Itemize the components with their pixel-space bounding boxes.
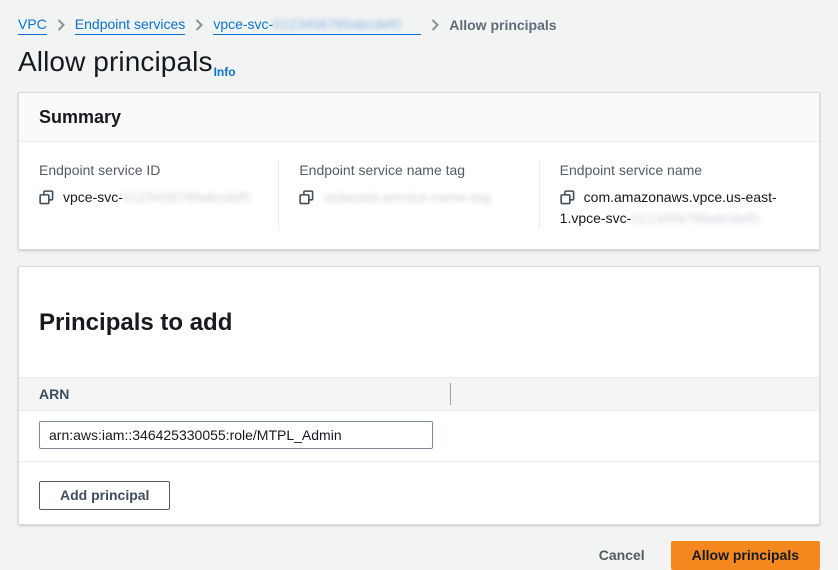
- column-divider: [450, 383, 451, 405]
- endpoint-service-id-visible: vpce-svc-: [63, 189, 123, 205]
- endpoint-service-name-redacted: 0123456789abcdef0: [631, 210, 759, 226]
- summary-field-endpoint-service-name: Endpoint service name com.amazonaws.vpce…: [539, 160, 799, 229]
- allow-principals-page: VPC Endpoint services vpce-svc-012345678…: [0, 0, 838, 570]
- breadcrumb-service-id-prefix: vpce-svc-: [213, 16, 273, 32]
- footer-actions: Cancel Allow principals: [18, 541, 820, 570]
- endpoint-service-id-redacted: 0123456789abcdef0: [123, 189, 251, 205]
- chevron-right-icon: [56, 19, 66, 31]
- arn-input-row: [19, 411, 819, 461]
- page-title: Allow principals: [18, 46, 213, 77]
- copy-icon[interactable]: [560, 190, 575, 205]
- principals-panel: Principals to add ARN Add principal: [18, 266, 820, 525]
- breadcrumb-link-endpoint-services[interactable]: Endpoint services: [75, 14, 186, 35]
- summary-field-endpoint-service-id: Endpoint service ID vpce-svc-0123456789a…: [39, 160, 278, 229]
- add-principal-row: Add principal: [19, 462, 819, 524]
- arn-input[interactable]: [39, 421, 433, 449]
- arn-column-header: ARN: [39, 386, 450, 402]
- endpoint-service-name-visible: com.amazonaws.vpce.us-east-1.vpce-svc-: [560, 189, 777, 226]
- field-label: Endpoint service name tag: [299, 160, 520, 180]
- copy-icon[interactable]: [299, 190, 314, 205]
- summary-body: Endpoint service ID vpce-svc-0123456789a…: [19, 142, 819, 249]
- field-label: Endpoint service ID: [39, 160, 260, 180]
- copy-icon[interactable]: [39, 190, 54, 205]
- breadcrumb: VPC Endpoint services vpce-svc-012345678…: [18, 14, 820, 35]
- principals-heading: Principals to add: [39, 309, 799, 337]
- add-principal-button[interactable]: Add principal: [39, 481, 170, 510]
- field-value: redacted-service-name-tag: [299, 187, 520, 208]
- field-label: Endpoint service name: [560, 160, 781, 180]
- summary-heading: Summary: [39, 105, 799, 129]
- cancel-button[interactable]: Cancel: [599, 547, 645, 563]
- page-title-row: Allow principalsInfo: [18, 44, 820, 80]
- principals-panel-header: Principals to add: [19, 267, 819, 377]
- breadcrumb-link-endpoint-service-id[interactable]: vpce-svc-0123456789abcdef0: [213, 14, 421, 35]
- breadcrumb-link-vpc[interactable]: VPC: [18, 14, 47, 35]
- info-link[interactable]: Info: [214, 65, 236, 80]
- breadcrumb-current: Allow principals: [449, 15, 556, 35]
- summary-field-endpoint-service-name-tag: Endpoint service name tag redacted-servi…: [278, 160, 538, 229]
- field-value: vpce-svc-0123456789abcdef0: [39, 187, 260, 208]
- allow-principals-button[interactable]: Allow principals: [671, 541, 820, 570]
- summary-panel: Summary Endpoint service ID vpce-svc-012…: [18, 92, 820, 250]
- field-value: com.amazonaws.vpce.us-east-1.vpce-svc-01…: [560, 187, 781, 229]
- endpoint-service-name-tag-redacted: redacted-service-name-tag: [323, 189, 490, 205]
- summary-panel-header: Summary: [19, 93, 819, 142]
- chevron-right-icon: [194, 19, 204, 31]
- chevron-right-icon: [430, 19, 440, 31]
- principals-table-header: ARN: [19, 377, 819, 411]
- breadcrumb-service-id-redacted: 0123456789abcdef0: [273, 14, 421, 34]
